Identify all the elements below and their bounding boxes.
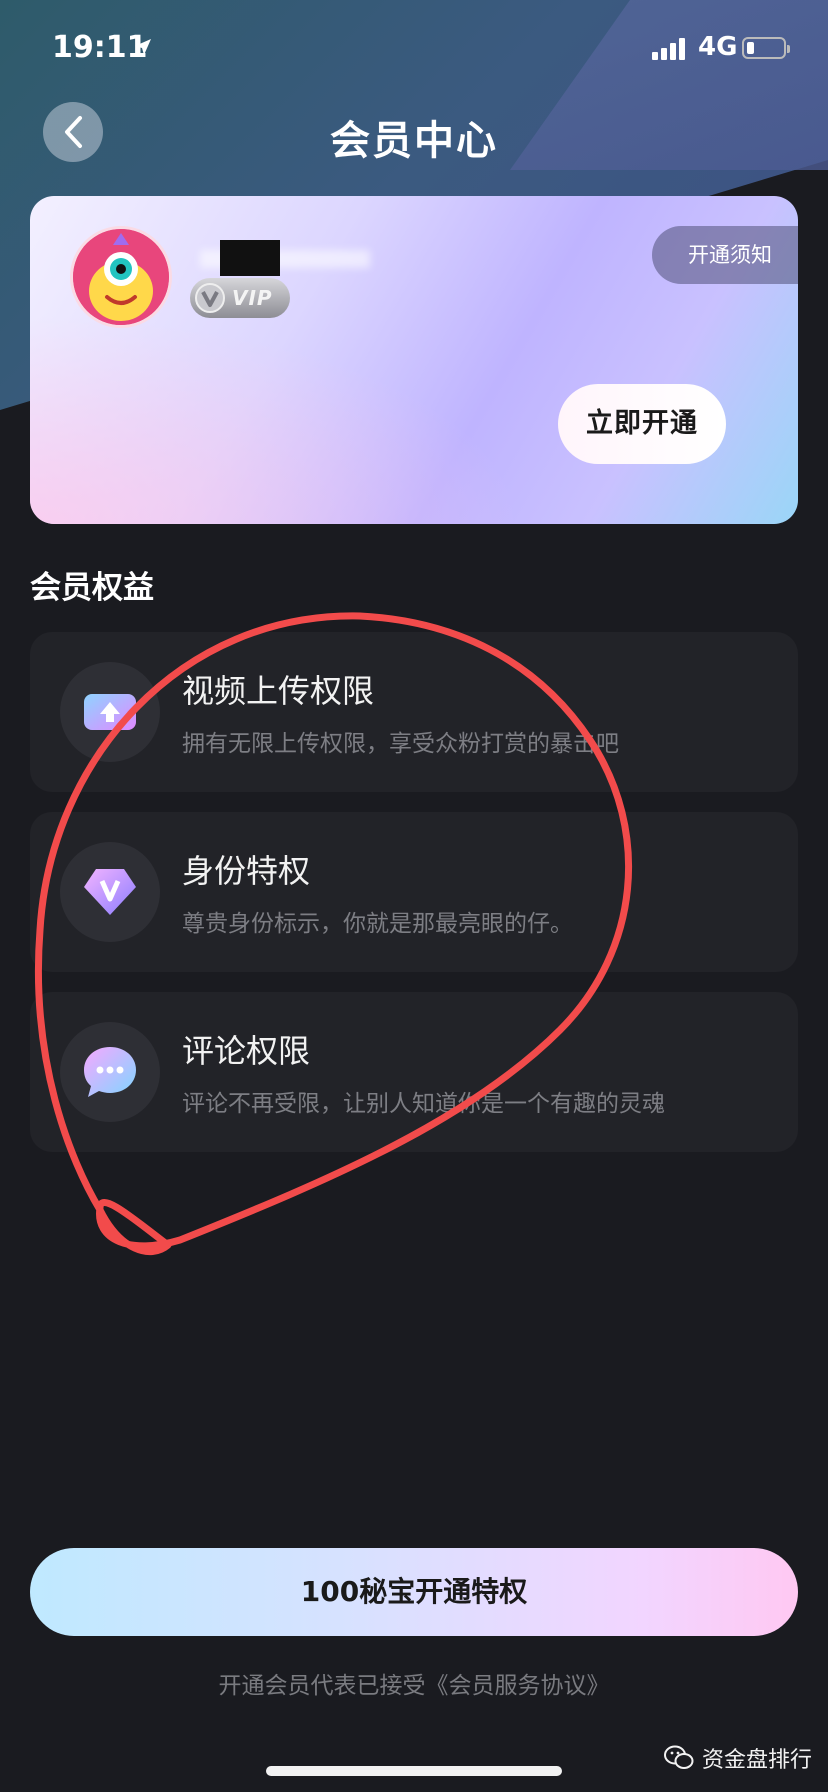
- benefit-title: 身份特权: [182, 852, 311, 890]
- open-privilege-button[interactable]: 100秘宝开通特权: [30, 1548, 798, 1636]
- wechat-icon: [664, 1745, 694, 1769]
- open-now-button[interactable]: 立即开通: [558, 384, 726, 464]
- benefit-desc: 评论不再受限，让别人知道你是一个有趣的灵魂: [182, 1091, 665, 1117]
- benefit-icon-wrap: [60, 662, 160, 762]
- battery-icon: [742, 37, 790, 59]
- monster-avatar-icon: [73, 229, 169, 325]
- watermark-text: 资金盘排行: [702, 1748, 813, 1773]
- benefit-item-comment[interactable]: 评论权限 评论不再受限，让别人知道你是一个有趣的灵魂: [30, 992, 798, 1152]
- agreement-link[interactable]: 开通会员代表已接受《会员服务协议》: [0, 1666, 828, 1700]
- status-bar: 19:11 4G: [0, 0, 828, 100]
- signal-strength-icon: [652, 36, 685, 60]
- benefit-desc: 尊贵身份标示，你就是那最亮眼的仔。: [182, 911, 573, 937]
- comment-bubble-icon: [84, 1047, 136, 1097]
- location-arrow-icon: [135, 39, 151, 55]
- section-title-benefits: 会员权益: [30, 570, 154, 606]
- benefit-item-identity[interactable]: 身份特权 尊贵身份标示，你就是那最亮眼的仔。: [30, 812, 798, 972]
- benefit-item-video-upload[interactable]: 视频上传权限 拥有无限上传权限，享受众粉打赏的暴击吧: [30, 632, 798, 792]
- vip-label: VIP: [232, 286, 273, 310]
- network-type: 4G: [698, 32, 738, 62]
- page-title: 会员中心: [330, 118, 498, 164]
- redaction-block: [220, 240, 280, 276]
- username: [200, 240, 370, 276]
- notice-button[interactable]: 开通须知: [652, 226, 798, 284]
- video-upload-icon: [84, 694, 136, 730]
- vip-v-icon: [195, 283, 225, 313]
- watermark: 资金盘排行: [664, 1742, 812, 1774]
- benefit-desc: 拥有无限上传权限，享受众粉打赏的暴击吧: [182, 731, 619, 757]
- benefit-icon-wrap: [60, 1022, 160, 1122]
- benefit-title: 视频上传权限: [182, 672, 375, 710]
- vip-badge: VIP: [190, 278, 290, 318]
- member-card: VIP 开通须知 立即开通: [30, 196, 798, 524]
- benefit-icon-wrap: [60, 842, 160, 942]
- home-indicator[interactable]: [266, 1766, 562, 1776]
- vip-diamond-icon: [84, 869, 136, 915]
- benefit-title: 评论权限: [182, 1032, 311, 1070]
- avatar[interactable]: [70, 226, 172, 328]
